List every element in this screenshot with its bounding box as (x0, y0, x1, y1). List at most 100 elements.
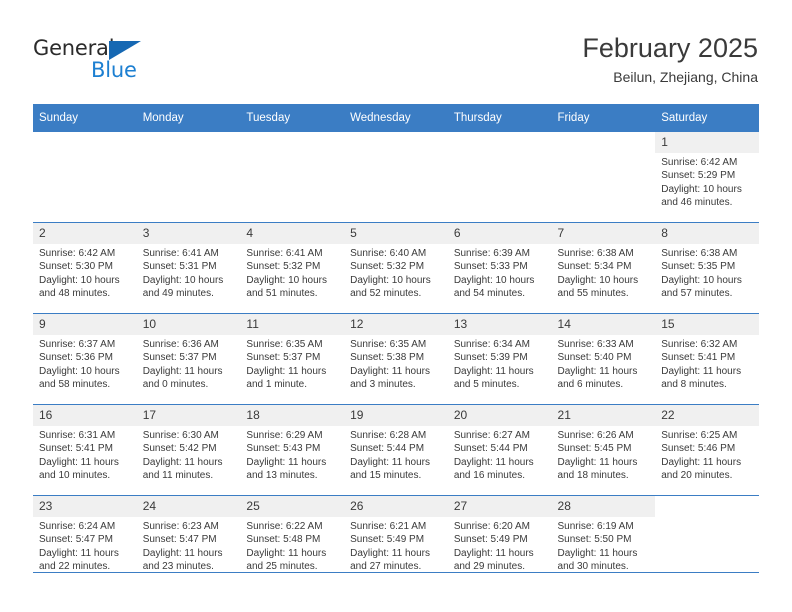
daylight-text-line2: and 13 minutes. (246, 470, 318, 482)
general-blue-logo[interactable]: General Blue (33, 36, 183, 88)
sunset-text: Sunset: 5:43 PM (246, 443, 321, 455)
daylight-text-line1: Daylight: 11 hours (661, 365, 742, 377)
sunset-text: Sunset: 5:30 PM (39, 261, 113, 273)
day-cell[interactable] (552, 132, 656, 223)
sunrise-text: Sunrise: 6:33 AM (557, 339, 634, 350)
day-cell[interactable]: 13 Sunrise: 6:34 AM Sunset: 5:39 PM Dayl… (447, 313, 552, 405)
day-cell[interactable]: 10 Sunrise: 6:36 AM Sunset: 5:37 PM Dayl… (136, 313, 241, 405)
sunset-text: Sunset: 5:34 PM (557, 261, 632, 273)
daylight-text-line2: and 3 minutes. (350, 379, 416, 391)
day-details: Sunrise: 6:30 AM Sunset: 5:42 PM Dayligh… (137, 426, 241, 483)
day-cell[interactable]: 4 Sunrise: 6:41 AM Sunset: 5:32 PM Dayli… (240, 222, 345, 314)
weekday-header-tuesday: Tuesday (240, 104, 345, 132)
sunset-text: Sunset: 5:32 PM (350, 261, 425, 273)
day-number: 7 (551, 223, 656, 244)
day-details: Sunrise: 6:40 AM Sunset: 5:32 PM Dayligh… (344, 244, 448, 301)
day-cell[interactable]: 19 Sunrise: 6:28 AM Sunset: 5:44 PM Dayl… (344, 404, 448, 496)
day-details: Sunrise: 6:41 AM Sunset: 5:32 PM Dayligh… (240, 244, 344, 301)
day-details: Sunrise: 6:26 AM Sunset: 5:45 PM Dayligh… (552, 426, 656, 483)
month-calendar-grid: Sunday Monday Tuesday Wednesday Thursday… (33, 104, 759, 586)
day-details (344, 153, 448, 156)
sunset-text: Sunset: 5:29 PM (661, 170, 736, 182)
daylight-text-line1: Daylight: 11 hours (142, 547, 223, 559)
day-details (137, 153, 241, 156)
day-cell[interactable] (240, 132, 344, 223)
day-details (448, 153, 552, 156)
day-cell[interactable]: 5 Sunrise: 6:40 AM Sunset: 5:32 PM Dayli… (344, 222, 448, 314)
day-cell[interactable] (137, 132, 241, 223)
weekday-header-saturday: Saturday (655, 104, 759, 132)
day-cell[interactable]: 17 Sunrise: 6:30 AM Sunset: 5:42 PM Dayl… (136, 404, 241, 496)
day-details: Sunrise: 6:39 AM Sunset: 5:33 PM Dayligh… (448, 244, 552, 301)
daylight-text-line2: and 8 minutes. (661, 379, 727, 391)
day-number: 1 (655, 132, 759, 153)
daylight-text-line2: and 51 minutes. (246, 288, 318, 300)
sunrise-text: Sunrise: 6:40 AM (350, 248, 427, 259)
day-cell[interactable]: 12 Sunrise: 6:35 AM Sunset: 5:38 PM Dayl… (344, 313, 448, 405)
sunrise-text: Sunrise: 6:35 AM (246, 339, 323, 350)
day-cell[interactable]: 6 Sunrise: 6:39 AM Sunset: 5:33 PM Dayli… (447, 222, 552, 314)
day-cell[interactable] (448, 132, 552, 223)
day-details: Sunrise: 6:33 AM Sunset: 5:40 PM Dayligh… (552, 335, 656, 392)
weekday-header-friday: Friday (551, 104, 656, 132)
week-row: 16 Sunrise: 6:31 AM Sunset: 5:41 PM Dayl… (33, 404, 759, 496)
sunrise-text: Sunrise: 6:24 AM (39, 521, 116, 532)
day-cell[interactable] (33, 132, 137, 223)
day-number (344, 132, 448, 153)
day-number: 17 (136, 405, 241, 426)
sunset-text: Sunset: 5:33 PM (453, 261, 528, 273)
daylight-text-line2: and 57 minutes. (661, 288, 733, 300)
location-subtitle: Beilun, Zhejiang, China (613, 69, 758, 85)
daylight-text-line2: and 49 minutes. (142, 288, 214, 300)
day-number: 6 (447, 223, 552, 244)
day-cell[interactable]: 18 Sunrise: 6:29 AM Sunset: 5:43 PM Dayl… (240, 404, 345, 496)
daylight-text-line1: Daylight: 11 hours (453, 547, 534, 559)
sunset-text: Sunset: 5:32 PM (246, 261, 321, 273)
day-cell[interactable]: 15 Sunrise: 6:32 AM Sunset: 5:41 PM Dayl… (655, 313, 759, 405)
sunrise-text: Sunrise: 6:42 AM (39, 248, 116, 259)
calendar-page: General Blue February 2025 Beilun, Zheji… (0, 0, 792, 612)
sunrise-text: Sunrise: 6:41 AM (246, 248, 323, 259)
day-cell[interactable]: 2 Sunrise: 6:42 AM Sunset: 5:30 PM Dayli… (33, 222, 137, 314)
day-cell[interactable]: 16 Sunrise: 6:31 AM Sunset: 5:41 PM Dayl… (33, 404, 137, 496)
daylight-text-line1: Daylight: 11 hours (39, 547, 119, 559)
week-row: 9 Sunrise: 6:37 AM Sunset: 5:36 PM Dayli… (33, 313, 759, 405)
logo-text-blue: Blue (91, 58, 137, 82)
page-header: General Blue February 2025 Beilun, Zheji… (0, 0, 792, 104)
day-number (240, 132, 344, 153)
day-number (33, 132, 137, 153)
sunset-text: Sunset: 5:44 PM (350, 443, 425, 455)
day-cell[interactable]: 11 Sunrise: 6:35 AM Sunset: 5:37 PM Dayl… (240, 313, 345, 405)
daylight-text-line1: Daylight: 10 hours (246, 274, 328, 286)
sunrise-text: Sunrise: 6:25 AM (661, 430, 738, 441)
sunrise-text: Sunrise: 6:26 AM (557, 430, 634, 441)
daylight-text-line1: Daylight: 11 hours (142, 456, 223, 468)
day-cell[interactable]: 22 Sunrise: 6:25 AM Sunset: 5:46 PM Dayl… (655, 404, 759, 496)
day-cell[interactable]: 21 Sunrise: 6:26 AM Sunset: 5:45 PM Dayl… (551, 404, 656, 496)
day-details: Sunrise: 6:21 AM Sunset: 5:49 PM Dayligh… (344, 517, 448, 574)
daylight-text-line1: Daylight: 10 hours (661, 274, 742, 286)
day-cell[interactable]: 1 Sunrise: 6:42 AM Sunset: 5:29 PM Dayli… (655, 132, 759, 223)
day-number: 2 (33, 223, 137, 244)
weekday-header-wednesday: Wednesday (344, 104, 448, 132)
day-number: 21 (551, 405, 656, 426)
day-cell[interactable] (344, 132, 448, 223)
day-number: 27 (447, 496, 552, 517)
sunrise-text: Sunrise: 6:38 AM (661, 248, 738, 259)
daylight-text-line2: and 18 minutes. (557, 470, 629, 482)
day-cell[interactable]: 7 Sunrise: 6:38 AM Sunset: 5:34 PM Dayli… (551, 222, 656, 314)
day-number: 26 (344, 496, 448, 517)
sunset-text: Sunset: 5:42 PM (142, 443, 217, 455)
page-title: February 2025 (582, 33, 758, 63)
day-cell[interactable]: 9 Sunrise: 6:37 AM Sunset: 5:36 PM Dayli… (33, 313, 137, 405)
day-cell[interactable]: 3 Sunrise: 6:41 AM Sunset: 5:31 PM Dayli… (136, 222, 241, 314)
day-number: 12 (344, 314, 448, 335)
day-cell[interactable]: 8 Sunrise: 6:38 AM Sunset: 5:35 PM Dayli… (655, 222, 759, 314)
day-details: Sunrise: 6:36 AM Sunset: 5:37 PM Dayligh… (137, 335, 241, 392)
daylight-text-line2: and 52 minutes. (350, 288, 422, 300)
day-cell[interactable]: 20 Sunrise: 6:27 AM Sunset: 5:44 PM Dayl… (447, 404, 552, 496)
day-cell[interactable]: 14 Sunrise: 6:33 AM Sunset: 5:40 PM Dayl… (551, 313, 656, 405)
daylight-text-line1: Daylight: 11 hours (557, 365, 638, 377)
day-details: Sunrise: 6:37 AM Sunset: 5:36 PM Dayligh… (33, 335, 137, 392)
sunrise-text: Sunrise: 6:21 AM (350, 521, 427, 532)
